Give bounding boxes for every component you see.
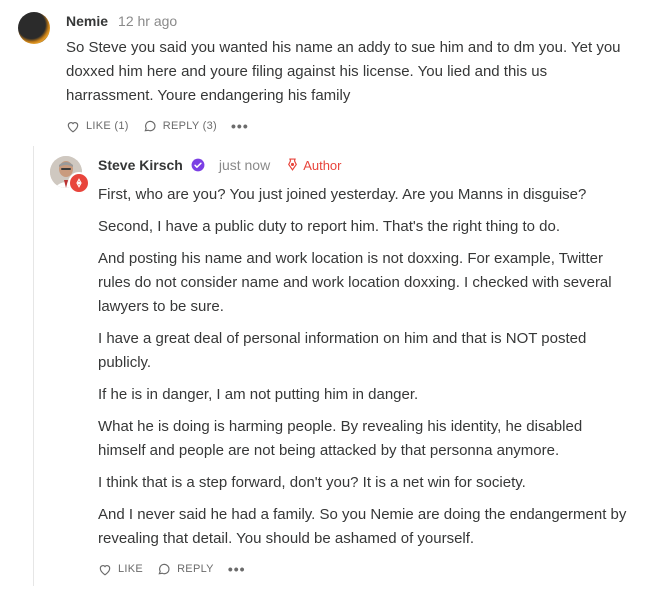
comment-actions: LIKE (1) REPLY (3) ••• bbox=[66, 118, 249, 134]
comment-author-name[interactable]: Steve Kirsch bbox=[98, 157, 183, 173]
comment-paragraph: If he is in danger, I am not putting him… bbox=[98, 386, 419, 403]
author-label: Author bbox=[286, 157, 342, 173]
comment-paragraph: What he is doing is harming people. By r… bbox=[98, 418, 583, 459]
heart-icon bbox=[99, 564, 111, 575]
verified-check-icon bbox=[191, 158, 205, 172]
reply-button[interactable]: REPLY bbox=[157, 562, 214, 576]
speech-bubble-icon bbox=[144, 120, 156, 132]
avatar-nemie[interactable] bbox=[18, 12, 50, 44]
comment-paragraph: And I never said he had a family. So you… bbox=[98, 506, 627, 547]
heart-icon bbox=[67, 121, 79, 132]
comment-paragraph: And posting his name and work location i… bbox=[98, 250, 612, 315]
reply-label: REPLY bbox=[177, 563, 214, 575]
thread-line bbox=[33, 146, 34, 586]
comment-paragraph: I have a great deal of personal informat… bbox=[98, 330, 587, 371]
like-button[interactable]: LIKE bbox=[98, 563, 143, 576]
reply-button[interactable]: REPLY (3) bbox=[143, 119, 217, 133]
comment-paragraph: First, who are you? You just joined yest… bbox=[98, 186, 587, 203]
comment-timestamp[interactable]: 12 hr ago bbox=[118, 13, 177, 29]
comment-body: So Steve you said you wanted his name an… bbox=[66, 36, 626, 108]
pen-nib-icon bbox=[288, 158, 298, 171]
more-options-button[interactable]: ••• bbox=[231, 118, 249, 134]
comment-body: First, who are you? You just joined yest… bbox=[98, 183, 628, 551]
comment-header: Steve Kirsch just now Author bbox=[98, 157, 342, 173]
like-label: LIKE (1) bbox=[86, 120, 129, 132]
comment-actions: LIKE REPLY ••• bbox=[98, 561, 246, 577]
comment-paragraph: I think that is a step forward, don't yo… bbox=[98, 474, 526, 491]
more-options-button[interactable]: ••• bbox=[228, 561, 246, 577]
comment-text: So Steve you said you wanted his name an… bbox=[66, 39, 621, 104]
author-badge-text: Author bbox=[303, 157, 342, 173]
speech-bubble-icon bbox=[158, 563, 170, 575]
author-badge-icon bbox=[68, 172, 90, 194]
comment-header: Nemie 12 hr ago bbox=[66, 13, 177, 29]
like-label: LIKE bbox=[118, 563, 144, 575]
comment-paragraph: Second, I have a public duty to report h… bbox=[98, 218, 561, 235]
like-button[interactable]: LIKE (1) bbox=[66, 120, 129, 133]
comment-timestamp[interactable]: just now bbox=[219, 157, 270, 173]
reply-label: REPLY (3) bbox=[162, 120, 218, 132]
comment-author-name[interactable]: Nemie bbox=[66, 13, 108, 29]
